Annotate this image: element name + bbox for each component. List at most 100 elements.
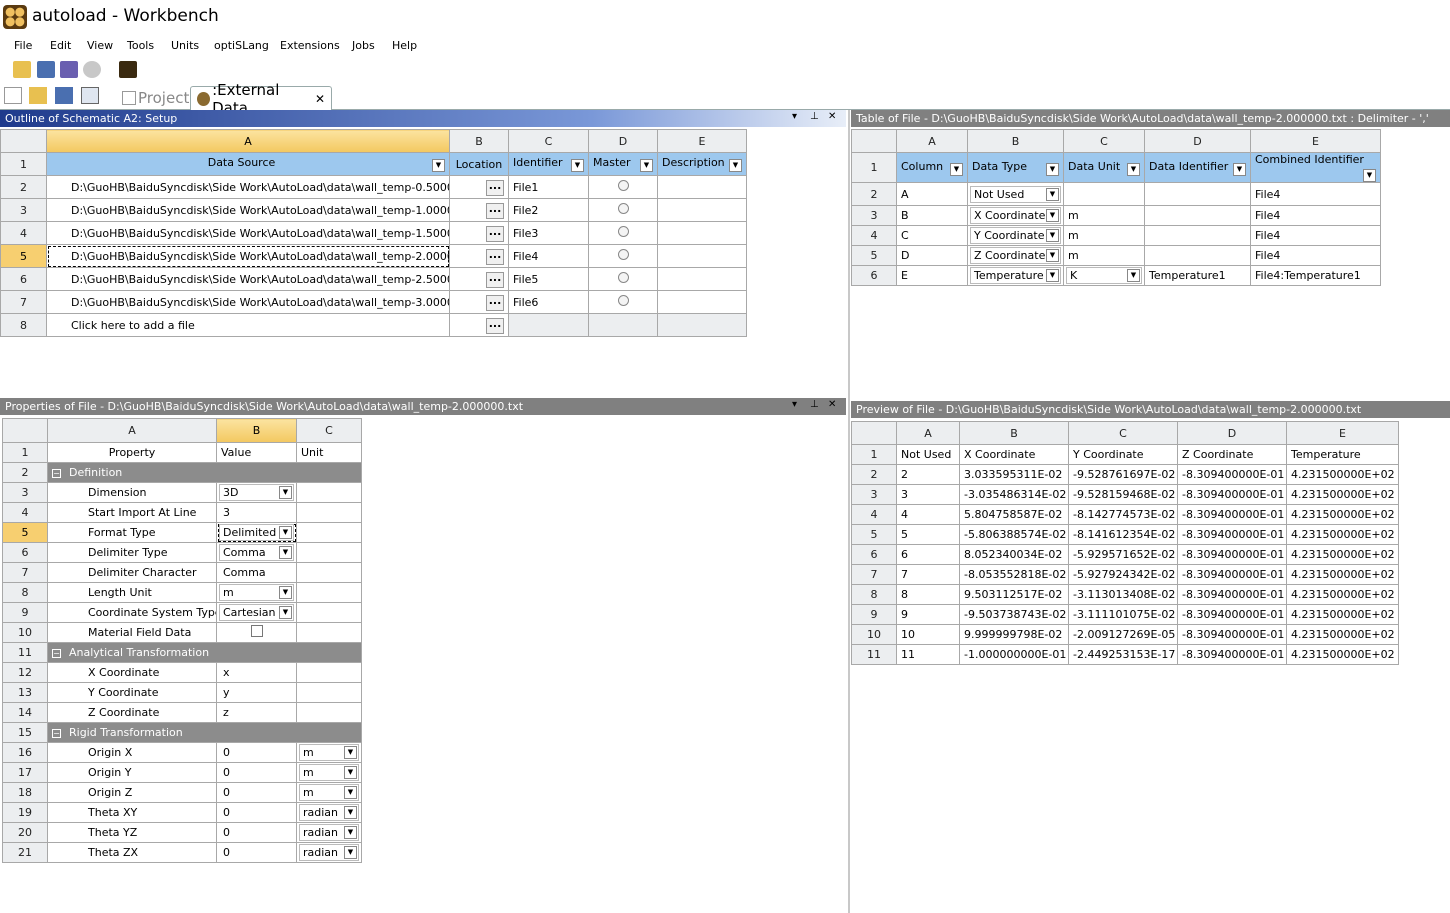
chevron-down-icon[interactable]: ▼ — [344, 846, 357, 859]
chevron-down-icon[interactable]: ▼ — [1127, 269, 1140, 282]
data-source-path[interactable]: D:\GuoHB\BaiduSyncdisk\Side Work\AutoLoa… — [46, 267, 450, 291]
pin-icon[interactable]: ⊥ — [810, 111, 819, 122]
table-row[interactable]: 2 A Not Used ▼ File4 — [851, 182, 1381, 206]
origin-z-input[interactable]: 0 — [216, 782, 297, 803]
chevron-down-icon[interactable]: ▼ — [279, 606, 292, 619]
description-cell[interactable] — [657, 175, 747, 199]
master-radio[interactable] — [617, 180, 629, 191]
data-identifier-cell[interactable] — [1144, 182, 1251, 206]
z-coord-input[interactable]: z — [216, 702, 297, 723]
chevron-down-icon[interactable]: ▼ — [279, 526, 292, 539]
menu-units[interactable]: Units — [171, 39, 199, 52]
description-cell[interactable] — [657, 267, 747, 291]
new-icon[interactable] — [4, 87, 22, 104]
identifier-cell[interactable]: File1 — [508, 175, 589, 199]
menu-extensions[interactable]: Extensions — [280, 39, 340, 52]
identifier-cell[interactable]: File5 — [508, 267, 589, 291]
filter-icon[interactable]: ▼ — [950, 162, 963, 176]
close-panel-icon[interactable]: ✕ — [828, 111, 836, 122]
description-cell[interactable] — [657, 290, 747, 314]
description-cell[interactable] — [657, 244, 747, 268]
menu-view[interactable]: View — [87, 39, 113, 52]
master-radio[interactable] — [617, 203, 629, 214]
browse-button[interactable]: ... — [486, 248, 504, 265]
screenshot-icon[interactable] — [81, 87, 99, 104]
col-header-e[interactable]: E — [657, 129, 747, 153]
col-header-b[interactable]: B — [959, 421, 1069, 445]
col-header-d[interactable]: D — [1177, 421, 1287, 445]
table-row[interactable]: 2 D:\GuoHB\BaiduSyncdisk\Side Work\AutoL… — [0, 175, 747, 199]
panel-menu-icon[interactable]: ▾ — [792, 399, 797, 410]
identifier-cell[interactable]: File2 — [508, 198, 589, 222]
menu-tools[interactable]: Tools — [127, 39, 154, 52]
browse-button[interactable]: ... — [486, 179, 504, 196]
data-source-path[interactable]: D:\GuoHB\BaiduSyncdisk\Side Work\AutoLoa… — [46, 198, 450, 222]
description-cell[interactable] — [657, 198, 747, 222]
chevron-down-icon[interactable]: ▼ — [344, 746, 357, 759]
filter-icon[interactable]: ▼ — [1363, 169, 1376, 182]
tab-project[interactable]: Project — [116, 86, 195, 110]
add-file-cell[interactable]: Click here to add a file — [46, 313, 450, 337]
chevron-down-icon[interactable]: ▼ — [344, 786, 357, 799]
section-rigid[interactable]: 15 − Rigid Transformation — [2, 722, 362, 743]
col-header-c[interactable]: C — [296, 418, 362, 443]
data-unit-cell[interactable]: m — [1063, 245, 1145, 266]
chevron-down-icon[interactable]: ▼ — [344, 766, 357, 779]
chevron-down-icon[interactable]: ▼ — [1046, 269, 1059, 282]
filter-icon[interactable]: ▼ — [571, 159, 584, 172]
data-source-path[interactable]: D:\GuoHB\BaiduSyncdisk\Side Work\AutoLoa… — [46, 221, 450, 245]
data-unit-select[interactable]: K ▼ — [1066, 267, 1142, 284]
menu-optislang[interactable]: optiSLang — [214, 39, 269, 52]
col-header-c[interactable]: C — [1063, 129, 1145, 153]
data-type-select[interactable]: Y Coordinate ▼ — [970, 227, 1061, 244]
chevron-down-icon[interactable]: ▼ — [279, 546, 292, 559]
browse-button[interactable]: ... — [486, 225, 504, 242]
origin-z-unit-select[interactable]: m ▼ — [299, 784, 359, 801]
chevron-down-icon[interactable]: ▼ — [1046, 249, 1059, 262]
data-unit-cell[interactable]: m — [1063, 225, 1145, 246]
identifier-cell[interactable]: File4 — [508, 244, 589, 268]
data-identifier-cell[interactable] — [1144, 205, 1251, 226]
chevron-down-icon[interactable]: ▼ — [344, 826, 357, 839]
master-radio[interactable] — [617, 226, 629, 237]
data-type-select[interactable]: X Coordinate ▼ — [970, 207, 1061, 224]
filter-icon[interactable]: ▼ — [1046, 162, 1059, 176]
master-radio[interactable] — [617, 249, 629, 260]
theta-yz-unit-select[interactable]: radian ▼ — [299, 824, 359, 841]
table-row[interactable]: 6 E Temperature ▼ K ▼ Temperature1 File4:T… — [851, 265, 1381, 286]
theta-zx-input[interactable]: 0 — [216, 842, 297, 863]
vertical-splitter[interactable] — [848, 110, 850, 913]
master-radio[interactable] — [617, 272, 629, 283]
y-coord-input[interactable]: y — [216, 682, 297, 703]
col-header-b[interactable]: B — [967, 129, 1064, 153]
collapse-icon[interactable]: − — [52, 729, 61, 738]
table-row[interactable]: 4 D:\GuoHB\BaiduSyncdisk\Side Work\AutoL… — [0, 221, 747, 245]
origin-x-input[interactable]: 0 — [216, 742, 297, 763]
open-project-icon[interactable] — [13, 61, 31, 78]
panel-menu-icon[interactable]: ▾ — [792, 111, 797, 122]
collapse-icon[interactable]: − — [52, 649, 61, 658]
table-row[interactable]: 6 D:\GuoHB\BaiduSyncdisk\Side Work\AutoL… — [0, 267, 747, 291]
theta-zx-unit-select[interactable]: radian ▼ — [299, 844, 359, 861]
format-type-select[interactable]: Delimited ▼ — [219, 524, 294, 541]
filter-icon[interactable]: ▼ — [432, 159, 445, 172]
browse-button[interactable]: ... — [486, 317, 504, 334]
col-header-b[interactable]: B — [216, 418, 297, 443]
col-header-c[interactable]: C — [1068, 421, 1178, 445]
col-header-a[interactable]: A — [46, 129, 450, 153]
close-panel-icon[interactable]: ✕ — [828, 399, 836, 410]
chevron-down-icon[interactable]: ▼ — [344, 806, 357, 819]
section-definition[interactable]: 2 − Definition — [2, 462, 362, 483]
col-header-d[interactable]: D — [1144, 129, 1251, 153]
add-file-row[interactable]: 8 Click here to add a file ... — [0, 313, 747, 337]
data-source-path[interactable]: D:\GuoHB\BaiduSyncdisk\Side Work\AutoLoa… — [46, 244, 450, 268]
chevron-down-icon[interactable]: ▼ — [1046, 187, 1059, 201]
table-row[interactable]: 5 D Z Coordinate ▼ m File4 — [851, 245, 1381, 266]
length-unit-select[interactable]: m ▼ — [219, 584, 294, 601]
tab-external-data[interactable]: :External Data ✕ — [190, 81, 332, 117]
save-as-icon[interactable] — [60, 61, 78, 78]
table-row[interactable]: 3 B X Coordinate ▼ m File4 — [851, 205, 1381, 226]
collapse-icon[interactable]: − — [52, 469, 61, 478]
theta-yz-input[interactable]: 0 — [216, 822, 297, 843]
theta-xy-input[interactable]: 0 — [216, 802, 297, 823]
